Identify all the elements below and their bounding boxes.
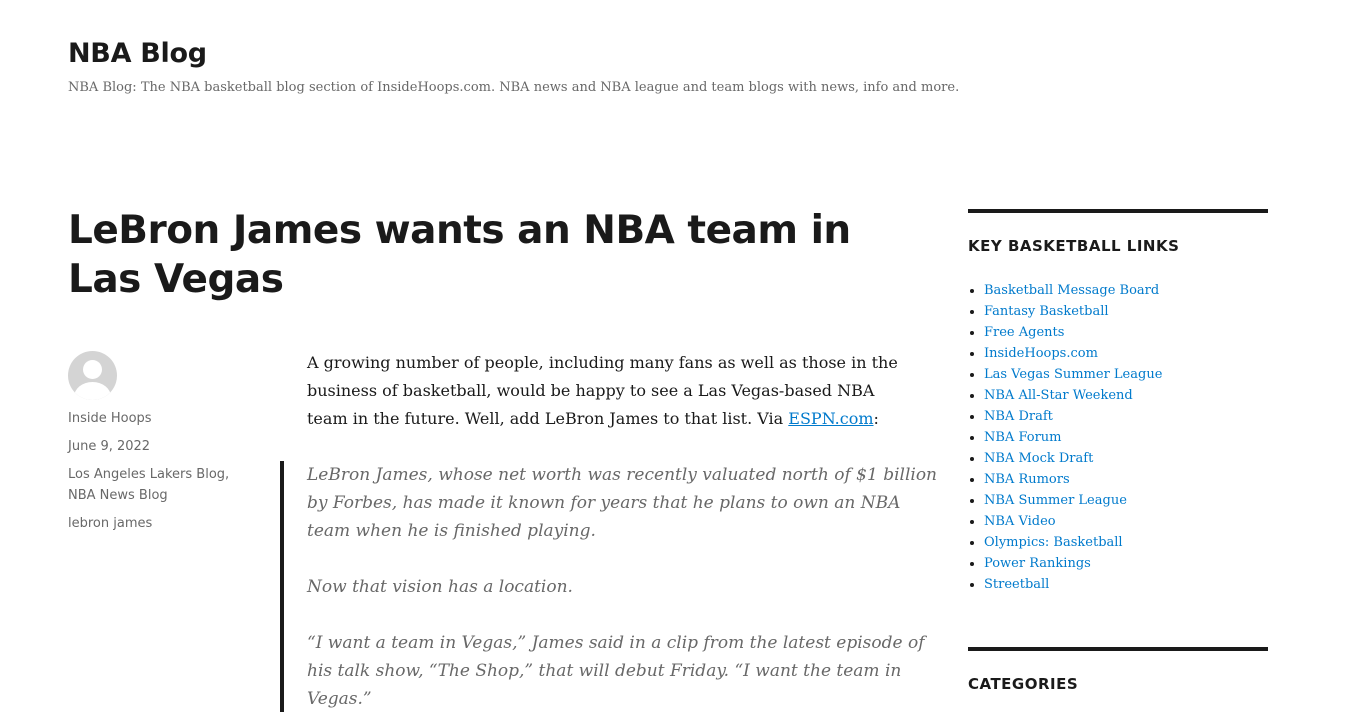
site-description: NBA Blog: The NBA basketball blog sectio…	[68, 80, 960, 95]
list-item: Power Rankings	[984, 553, 1268, 574]
list-item: NBA Draft	[984, 406, 1268, 427]
category-link[interactable]: Los Angeles Lakers Blog	[68, 467, 225, 482]
page: NBA Blog NBA Blog: The NBA basketball bl…	[0, 0, 1362, 712]
post-title: LeBron James wants an NBA team in Las Ve…	[68, 208, 851, 302]
espn-link[interactable]: ESPN.com	[788, 409, 873, 428]
list-item: Streetball	[984, 574, 1268, 595]
tag-link[interactable]: lebron james	[68, 513, 258, 534]
post-content: A growing number of people, including ma…	[307, 349, 917, 433]
sidebar-link[interactable]: Las Vegas Summer League	[984, 367, 1162, 382]
category-link[interactable]: NBA News Blog	[68, 488, 168, 503]
post-date-link[interactable]: June 9, 2022	[68, 436, 258, 457]
sidebar-link[interactable]: Streetball	[984, 577, 1049, 592]
intro-suffix: :	[873, 409, 879, 428]
list-item: NBA Video	[984, 511, 1268, 532]
sidebar-link[interactable]: NBA Draft	[984, 409, 1053, 424]
sidebar-link[interactable]: NBA All-Star Weekend	[984, 388, 1133, 403]
list-item: NBA Summer League	[984, 490, 1268, 511]
sidebar-link[interactable]: NBA Forum	[984, 430, 1062, 445]
list-item: Basketball Message Board	[984, 280, 1268, 301]
avatar-head	[83, 360, 102, 379]
intro-paragraph: A growing number of people, including ma…	[307, 349, 917, 433]
sidebar-link[interactable]: Free Agents	[984, 325, 1064, 340]
sidebar-link[interactable]: InsideHoops.com	[984, 346, 1098, 361]
quote-paragraph: “I want a team in Vegas,” James said in …	[307, 633, 925, 709]
blockquote: LeBron James, whose net worth was recent…	[280, 461, 937, 712]
quote-paragraph: Now that vision has a location.	[307, 577, 573, 597]
list-item: NBA All-Star Weekend	[984, 385, 1268, 406]
sidebar-link[interactable]: NBA Video	[984, 514, 1056, 529]
avatar-body	[74, 382, 111, 400]
key-links-list: Basketball Message Board Fantasy Basketb…	[968, 280, 1268, 595]
list-item: NBA Rumors	[984, 469, 1268, 490]
author-link[interactable]: Inside Hoops	[68, 408, 258, 429]
quote-paragraph: LeBron James, whose net worth was recent…	[307, 465, 938, 541]
widget-title: KEY BASKETBALL LINKS	[968, 237, 1180, 255]
list-item: Las Vegas Summer League	[984, 364, 1268, 385]
sidebar-link[interactable]: Basketball Message Board	[984, 283, 1159, 298]
sidebar-link[interactable]: Power Rankings	[984, 556, 1091, 571]
sidebar-link[interactable]: Olympics: Basketball	[984, 535, 1123, 550]
list-item: Olympics: Basketball	[984, 532, 1268, 553]
list-item: NBA Forum	[984, 427, 1268, 448]
sidebar-link[interactable]: NBA Summer League	[984, 493, 1127, 508]
post-meta: Inside Hoops June 9, 2022 Los Angeles La…	[68, 351, 258, 541]
list-item: Free Agents	[984, 322, 1268, 343]
author-avatar-icon	[68, 351, 117, 400]
key-links-widget: KEY BASKETBALL LINKS Basketball Message …	[968, 209, 1268, 595]
sidebar-link[interactable]: Fantasy Basketball	[984, 304, 1109, 319]
sidebar-link[interactable]: NBA Rumors	[984, 472, 1070, 487]
list-item: Fantasy Basketball	[984, 301, 1268, 322]
category-separator: ,	[225, 467, 230, 482]
site-title-link[interactable]: NBA Blog	[68, 38, 207, 69]
sidebar-link[interactable]: NBA Mock Draft	[984, 451, 1093, 466]
list-item: InsideHoops.com	[984, 343, 1268, 364]
list-item: NBA Mock Draft	[984, 448, 1268, 469]
post-categories: Los Angeles Lakers Blog, NBA News Blog	[68, 464, 258, 506]
widget-title: CATEGORIES	[968, 675, 1079, 693]
categories-widget: CATEGORIES	[968, 647, 1268, 693]
